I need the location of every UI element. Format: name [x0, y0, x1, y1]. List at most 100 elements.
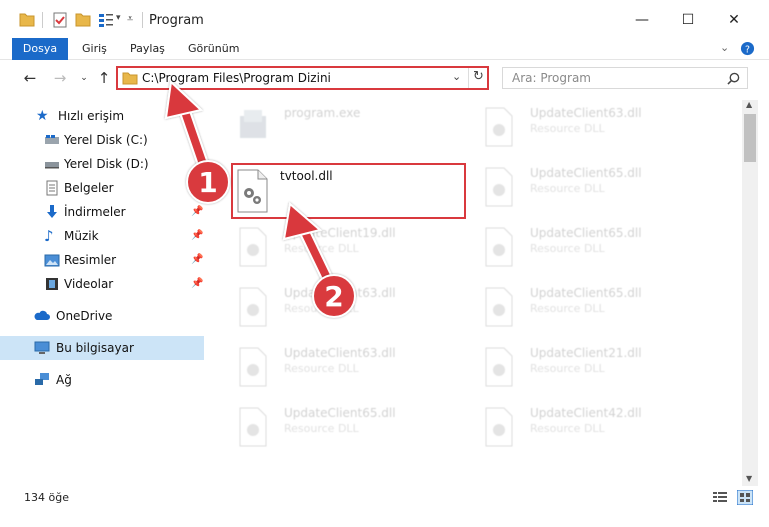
dll-file-icon [485, 107, 513, 147]
videos-icon [46, 278, 58, 290]
tab-view[interactable]: Görünüm [178, 38, 249, 60]
sidebar-item-label: Müzik [64, 229, 99, 243]
folder-icon [122, 72, 138, 85]
refresh-icon[interactable]: ↻ [473, 69, 484, 84]
file-name: UpdateClient65.dll [284, 406, 396, 420]
file-name: UpdateClient42.dll [530, 406, 642, 420]
sidebar-item-label: Yerel Disk (D:) [64, 157, 149, 171]
navigation-bar: ← → ⌄ ↑ C:\Program Files\Program Dizini … [0, 62, 769, 94]
address-path: C:\Program Files\Program Dizini [142, 71, 331, 85]
file-name: UpdateClient63.dll [284, 346, 396, 360]
sidebar-item-drive-c[interactable]: Yerel Disk (C:) [0, 128, 204, 152]
sidebar-item-label: Hızlı erişim [58, 109, 125, 123]
divider [42, 12, 43, 28]
tab-home[interactable]: Giriş [72, 38, 117, 60]
file-item[interactable]: UpdateClient65.dll Resource DLL [482, 160, 718, 216]
music-icon: ♪ [44, 227, 54, 245]
view-options-icon[interactable] [97, 11, 115, 29]
file-type: Resource DLL [530, 362, 605, 375]
recent-locations-icon[interactable]: ⌄ [74, 68, 94, 88]
sidebar-item-onedrive[interactable]: OneDrive [0, 304, 204, 328]
vertical-scrollbar[interactable]: ▲ ▼ [742, 100, 758, 486]
details-view-icon[interactable] [713, 491, 727, 504]
file-item[interactable]: UpdateClient65.dll Resource DLL [482, 220, 718, 276]
up-button[interactable]: ↑ [94, 68, 114, 88]
file-item[interactable]: UpdateClient65.dll Resource DLL [236, 400, 472, 456]
pin-icon[interactable]: 📌 [191, 206, 203, 218]
scrollbar-thumb[interactable] [744, 114, 756, 162]
status-bar: 134 öğe [0, 486, 769, 510]
address-bar[interactable]: C:\Program Files\Program Dizini ⌄ ↻ [116, 66, 489, 90]
maximize-icon: ☐ [681, 12, 695, 28]
window-title: Program [149, 13, 204, 28]
file-item[interactable]: program.exe [236, 100, 472, 156]
close-button[interactable]: ✕ [714, 6, 754, 34]
file-name: UpdateClient19.dll [284, 226, 396, 240]
file-item[interactable]: UpdateClient63.dll Resource DLL [236, 340, 472, 396]
file-list: program.exe UpdateClient19.dll Resource … [206, 100, 742, 474]
dll-file-icon [485, 227, 513, 267]
sidebar-item-drive-d[interactable]: Yerel Disk (D:) [0, 152, 204, 176]
dll-file-icon [239, 407, 267, 447]
exe-file-icon [240, 110, 266, 138]
computer-icon [34, 341, 50, 354]
new-folder-icon[interactable] [74, 11, 92, 29]
sidebar-item-documents[interactable]: Belgeler 📌 [0, 176, 204, 200]
highlighted-file-tvtool[interactable]: tvtool.dll [231, 163, 466, 219]
file-type: Resource DLL [530, 302, 605, 315]
properties-icon[interactable] [52, 11, 68, 29]
tab-share[interactable]: Paylaş [120, 38, 175, 60]
scroll-down-icon[interactable]: ▼ [746, 474, 752, 483]
dll-file-icon [485, 347, 513, 387]
tab-file[interactable]: Dosya [12, 38, 68, 60]
address-dropdown-icon[interactable]: ⌄ [452, 70, 461, 83]
file-item[interactable]: UpdateClient63.dll Resource DLL [482, 100, 718, 156]
file-item[interactable]: UpdateClient42.dll Resource DLL [482, 400, 718, 456]
divider [468, 68, 469, 88]
expand-ribbon-icon[interactable]: ⌄ [720, 41, 729, 54]
sidebar-item-label: Belgeler [64, 181, 114, 195]
file-type: Resource DLL [530, 122, 605, 135]
search-placeholder: Ara: Program [512, 71, 591, 85]
sidebar-item-pictures[interactable]: Resimler 📌 [0, 248, 204, 272]
sidebar-item-label: Resimler [64, 253, 117, 267]
maximize-button[interactable]: ☐ [668, 6, 708, 34]
forward-button[interactable]: → [50, 68, 70, 88]
file-type: Resource DLL [530, 422, 605, 435]
file-item[interactable]: UpdateClient65.dll Resource DLL [482, 280, 718, 336]
file-type: Resource DLL [284, 362, 359, 375]
search-icon[interactable] [727, 72, 740, 85]
help-icon[interactable]: ? [740, 41, 755, 56]
file-name: UpdateClient65.dll [530, 166, 642, 180]
divider [142, 12, 143, 28]
file-name: program.exe [284, 106, 361, 120]
sidebar-item-quick-access[interactable]: ★ Hızlı erişim [0, 104, 204, 128]
back-button[interactable]: ← [20, 68, 40, 88]
file-type: Resource DLL [530, 242, 605, 255]
pin-icon[interactable]: 📌 [191, 254, 203, 266]
sidebar-item-videos[interactable]: Videolar 📌 [0, 272, 204, 296]
file-name: UpdateClient65.dll [530, 226, 642, 240]
sidebar-item-music[interactable]: ♪ Müzik 📌 [0, 224, 204, 248]
navigation-pane: ★ Hızlı erişim Yerel Disk (C:) Yerel Dis… [0, 100, 206, 474]
sidebar-item-network[interactable]: Ağ [0, 368, 204, 392]
sidebar-item-this-pc[interactable]: Bu bilgisayar [0, 336, 204, 360]
file-item[interactable]: UpdateClient19.dll Resource DLL [236, 220, 472, 276]
step-badge-1: 1 [186, 160, 230, 204]
large-icons-view-icon[interactable] [737, 490, 753, 505]
item-count: 134 öğe [24, 491, 69, 504]
scroll-up-icon[interactable]: ▲ [746, 100, 752, 109]
sidebar-item-label: Videolar [64, 277, 114, 291]
minimize-button[interactable]: — [622, 6, 662, 34]
sidebar-item-downloads[interactable]: İndirmeler 📌 [0, 200, 204, 224]
pin-icon[interactable]: 📌 [191, 230, 203, 242]
customize-toolbar-icon[interactable]: ⩡ [127, 12, 133, 26]
dll-file-icon [485, 287, 513, 327]
file-item[interactable]: UpdateClient21.dll Resource DLL [482, 340, 718, 396]
title-bar: ▾ ⩡ Program — ☐ ✕ [0, 0, 769, 40]
search-input[interactable]: Ara: Program [502, 67, 748, 89]
close-icon: ✕ [728, 12, 740, 28]
pin-icon[interactable]: 📌 [191, 278, 203, 290]
file-explorer-window: ▾ ⩡ Program — ☐ ✕ Dosya Giriş Paylaş Gör… [0, 0, 769, 527]
chevron-down-icon[interactable]: ▾ [116, 13, 121, 23]
